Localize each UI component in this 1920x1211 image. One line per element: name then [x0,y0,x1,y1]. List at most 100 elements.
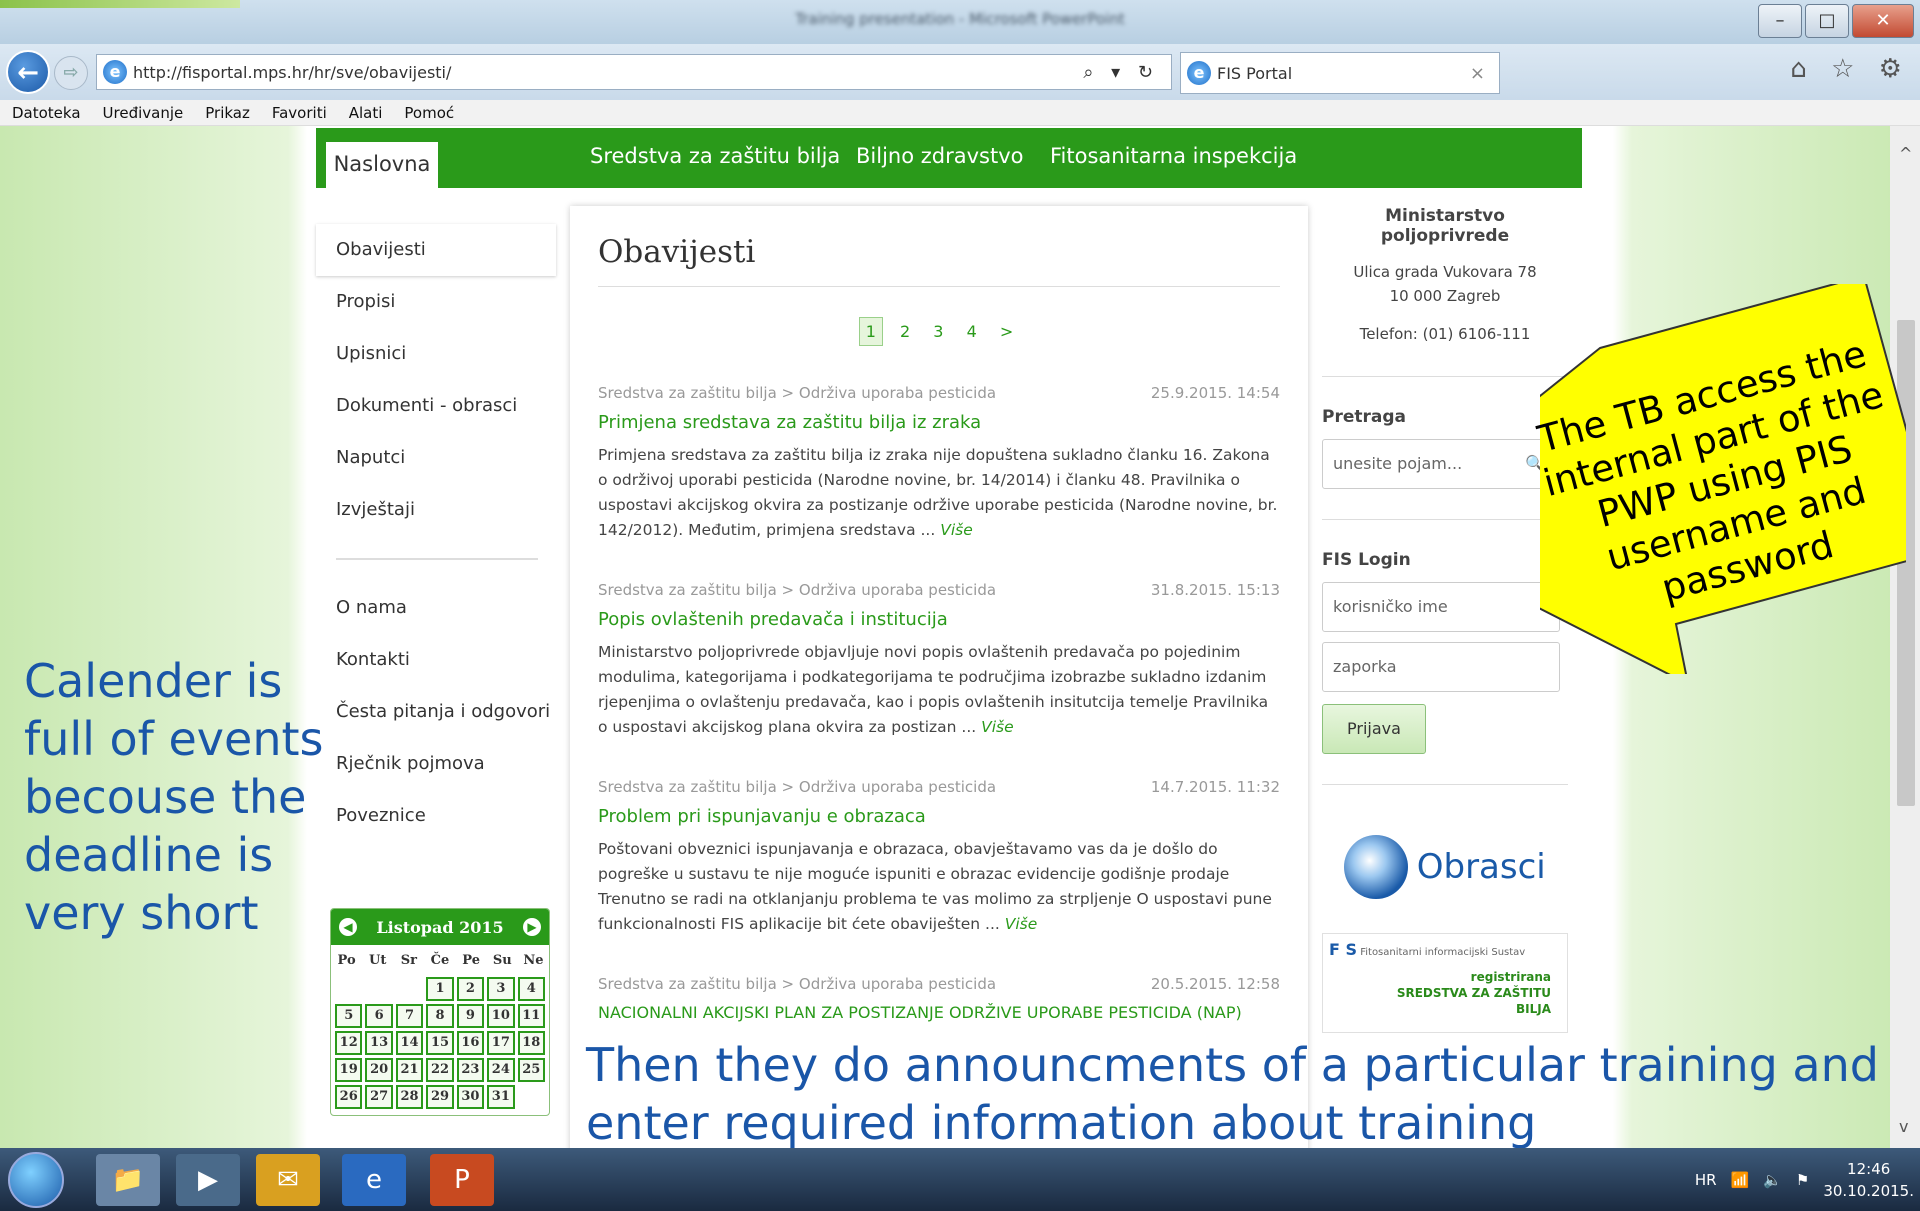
back-button[interactable]: ← [6,50,50,94]
article-category[interactable]: Sredstva za zaštitu bilja > Održiva upor… [598,975,996,993]
calendar-day[interactable]: 12 [335,1031,363,1055]
sidebar-item-rjecnik[interactable]: Rječnik pojmova [316,738,556,790]
calendar-day[interactable]: 3 [487,977,515,1001]
password-field[interactable]: zaporka [1322,642,1560,692]
calendar-day[interactable]: 18 [517,1031,545,1055]
obrasci-logo[interactable]: Obrasci [1322,835,1568,917]
menu-datoteka[interactable]: Datoteka [12,104,81,122]
sidebar-item-propisi[interactable]: Propisi [316,276,556,328]
tab-close-icon[interactable]: × [1470,63,1485,84]
calendar-day[interactable]: 8 [426,1004,454,1028]
powerpoint-taskbar-icon[interactable]: P [430,1154,494,1206]
article-more-link[interactable]: Više [1005,915,1038,933]
page-next-link[interactable]: > [994,318,1019,345]
calendar-day[interactable]: 25 [517,1058,545,1082]
calendar-day[interactable]: 4 [517,977,545,1001]
username-field[interactable]: korisničko ime [1322,582,1560,632]
outlook-taskbar-icon[interactable]: ✉ [256,1154,320,1206]
calendar-day[interactable]: 27 [365,1085,393,1109]
calendar-day[interactable]: 2 [456,977,485,1001]
calendar-day[interactable]: 30 [456,1085,485,1109]
browser-toolbar-icons[interactable]: ⌂ ☆ ⚙ [1790,54,1910,84]
menu-favoriti[interactable]: Favoriti [272,104,327,122]
calendar-day[interactable]: 14 [395,1031,424,1055]
calendar-day[interactable]: 7 [395,1004,424,1028]
page-link[interactable]: 1 [858,317,883,346]
article-more-link[interactable]: Više [981,718,1014,736]
calendar-day[interactable]: 11 [517,1004,545,1028]
close-button[interactable]: ✕ [1852,4,1914,38]
calendar-day[interactable]: 26 [335,1085,363,1109]
menu-prikaz[interactable]: Prikaz [205,104,250,122]
language-indicator[interactable]: HR [1695,1171,1717,1189]
menu-alati[interactable]: Alati [349,104,383,122]
nav-home-tab[interactable]: Naslovna [326,142,438,188]
volume-icon[interactable]: 🔈 [1763,1171,1782,1189]
explorer-taskbar-icon[interactable]: 📁 [96,1154,160,1206]
menu-uredivanje[interactable]: Uređivanje [103,104,184,122]
calendar-day[interactable]: 22 [426,1058,454,1082]
calendar-day[interactable]: 15 [426,1031,454,1055]
calendar-day[interactable]: 10 [487,1004,515,1028]
calendar-day[interactable]: 13 [365,1031,393,1055]
sidebar-item-poveznice[interactable]: Poveznice [316,790,556,842]
start-button[interactable] [8,1152,64,1208]
calendar-day[interactable]: 5 [335,1004,363,1028]
calendar-next-icon[interactable]: ▶ [523,918,541,936]
page-link[interactable]: 2 [894,318,916,345]
article-title[interactable]: Problem pri ispunjavanju e obrazaca [598,806,1280,827]
url-text[interactable]: http://fisportal.mps.hr/hr/sve/obavijest… [133,63,451,82]
calendar-day[interactable]: 23 [456,1058,485,1082]
calendar-day[interactable]: 31 [487,1085,515,1109]
sidebar-item-o-nama[interactable]: O nama [316,582,556,634]
calendar-day[interactable]: 9 [456,1004,485,1028]
address-controls[interactable]: ⌕ ▾ ↻ [1083,62,1159,83]
nav-fitosanitarna[interactable]: Fitosanitarna inspekcija [1050,144,1297,168]
forward-button[interactable]: ⇨ [54,56,88,90]
network-icon[interactable]: 📶 [1731,1171,1750,1189]
scroll-up-icon[interactable]: ^ [1899,144,1912,163]
calendar-day[interactable]: 20 [365,1058,393,1082]
clock[interactable]: 12:46 30.10.2015. [1823,1158,1914,1202]
article-title[interactable]: NACIONALNI AKCIJSKI PLAN ZA POSTIZANJE O… [598,1003,1280,1022]
calendar-day[interactable]: 29 [426,1085,454,1109]
sidebar-item-dokumenti[interactable]: Dokumenti - obrasci [316,380,556,432]
calendar-day[interactable]: 24 [487,1058,515,1082]
maximize-button[interactable]: □ [1805,4,1849,38]
article-title[interactable]: Popis ovlaštenih predavača i institucija [598,609,1280,630]
calendar-day[interactable]: 28 [395,1085,424,1109]
search-input[interactable]: unesite pojam... 🔍 [1322,439,1560,489]
address-bar[interactable]: e http://fisportal.mps.hr/hr/sve/obavije… [96,54,1172,90]
calendar-day[interactable]: 6 [365,1004,393,1028]
login-button[interactable]: Prijava [1322,704,1426,754]
media-taskbar-icon[interactable]: ▶ [176,1154,240,1206]
page-link[interactable]: 4 [961,318,983,345]
fis-banner[interactable]: F S Fitosanitarni informacijski Sustav r… [1322,933,1568,1033]
menu-pomoc[interactable]: Pomoć [404,104,454,122]
calendar-day[interactable]: 21 [395,1058,424,1082]
scroll-down-icon[interactable]: v [1899,1117,1908,1136]
sidebar-item-cesta-pitanja[interactable]: Česta pitanja i odgovori [316,686,556,738]
sidebar-item-naputci[interactable]: Naputci [316,432,556,484]
calendar-day[interactable]: 16 [456,1031,485,1055]
article-more-link[interactable]: Više [940,521,973,539]
browser-tab[interactable]: e FIS Portal × [1180,52,1500,94]
nav-biljno-zdravstvo[interactable]: Biljno zdravstvo [856,144,1023,168]
calendar-day[interactable]: 17 [487,1031,515,1055]
nav-sredstva[interactable]: Sredstva za zaštitu bilja [590,144,840,168]
page-link[interactable]: 3 [927,318,949,345]
sidebar-item-kontakti[interactable]: Kontakti [316,634,556,686]
article-category[interactable]: Sredstva za zaštitu bilja > Održiva upor… [598,581,996,599]
minimize-button[interactable]: – [1758,4,1802,38]
article-category[interactable]: Sredstva za zaštitu bilja > Održiva upor… [598,384,996,402]
sidebar-item-upisnici[interactable]: Upisnici [316,328,556,380]
article-category[interactable]: Sredstva za zaštitu bilja > Održiva upor… [598,778,996,796]
article-title[interactable]: Primjena sredstava za zaštitu bilja iz z… [598,412,1280,433]
ie-taskbar-icon[interactable]: e [342,1154,406,1206]
sidebar-item-obavijesti[interactable]: Obavijesti [316,224,556,276]
calendar-day[interactable]: 1 [426,977,454,1001]
browser-navbar: ← ⇨ e http://fisportal.mps.hr/hr/sve/oba… [0,44,1920,100]
sidebar-item-izvjestaji[interactable]: Izvještaji [316,484,556,536]
calendar-day[interactable]: 19 [335,1058,363,1082]
flag-icon[interactable]: ⚑ [1796,1171,1809,1189]
